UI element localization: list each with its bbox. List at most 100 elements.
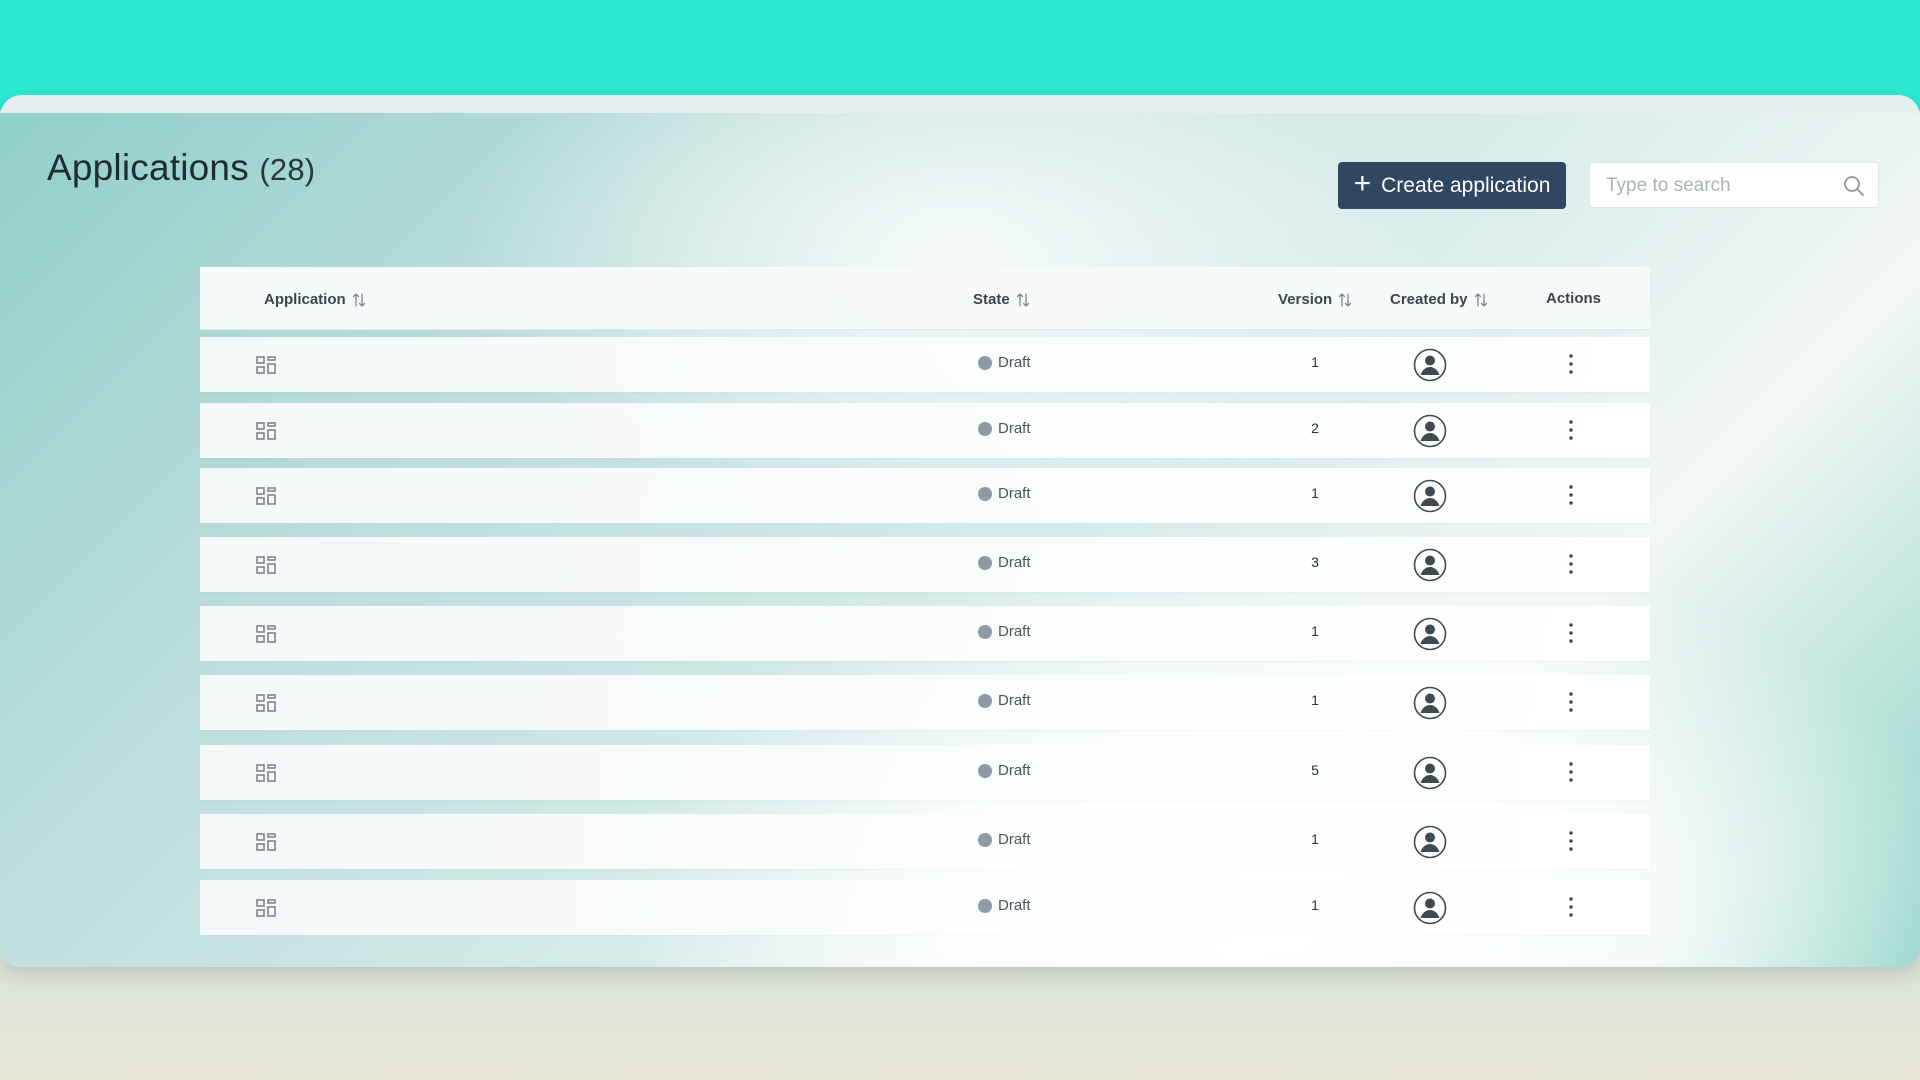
table-row[interactable]: Draft 1: [200, 468, 1650, 523]
state-badge: Draft: [978, 554, 1031, 571]
state-dot-icon: [978, 555, 992, 570]
state-label: Draft: [998, 692, 1031, 709]
table-header: Application State Version Created by Act…: [200, 267, 1650, 330]
application-grid-icon: [255, 420, 277, 442]
more-vertical-icon[interactable]: [1565, 620, 1577, 646]
column-label-version: Version: [1278, 291, 1333, 308]
user-avatar-icon[interactable]: [1413, 617, 1447, 651]
column-label-state: State: [973, 291, 1010, 308]
table-row[interactable]: Draft 1: [200, 606, 1650, 661]
table-row[interactable]: Draft 1: [200, 880, 1650, 935]
user-avatar-icon[interactable]: [1413, 891, 1447, 925]
applications-table: Application State Version Created by Act…: [200, 267, 1650, 935]
user-avatar-icon[interactable]: [1413, 414, 1447, 448]
user-avatar-icon[interactable]: [1413, 548, 1447, 582]
state-label: Draft: [998, 485, 1031, 502]
panel-top-strip: [0, 95, 1920, 113]
state-label: Draft: [998, 623, 1031, 640]
version-value: 1: [1311, 831, 1319, 847]
state-dot-icon: [978, 832, 992, 847]
state-badge: Draft: [978, 354, 1031, 371]
more-vertical-icon[interactable]: [1565, 482, 1577, 508]
application-grid-icon: [255, 692, 277, 714]
state-label: Draft: [998, 354, 1031, 371]
more-vertical-icon[interactable]: [1565, 417, 1577, 443]
plus-icon: +: [1353, 167, 1372, 200]
sort-icon[interactable]: [1338, 292, 1352, 308]
application-grid-icon: [255, 623, 277, 645]
more-vertical-icon[interactable]: [1565, 551, 1577, 577]
more-vertical-icon[interactable]: [1565, 351, 1577, 377]
state-dot-icon: [978, 763, 992, 778]
version-value: 1: [1311, 692, 1319, 708]
column-label-created-by: Created by: [1390, 291, 1468, 308]
application-grid-icon: [255, 354, 277, 376]
state-label: Draft: [998, 554, 1031, 571]
create-application-button[interactable]: + Create application: [1338, 162, 1566, 209]
user-avatar-icon[interactable]: [1413, 479, 1447, 513]
more-vertical-icon[interactable]: [1565, 894, 1577, 920]
version-value: 1: [1311, 897, 1319, 913]
state-dot-icon: [978, 486, 992, 501]
more-vertical-icon[interactable]: [1565, 828, 1577, 854]
application-grid-icon: [255, 831, 277, 853]
version-value: 1: [1311, 623, 1319, 639]
state-badge: Draft: [978, 692, 1031, 709]
state-badge: Draft: [978, 831, 1031, 848]
user-avatar-icon[interactable]: [1413, 686, 1447, 720]
page-title: Applications (28): [47, 147, 315, 189]
table-row[interactable]: Draft 5: [200, 745, 1650, 800]
table-row[interactable]: Draft 1: [200, 337, 1650, 392]
search-box[interactable]: [1589, 162, 1879, 209]
column-header-version[interactable]: Version: [1278, 291, 1352, 308]
column-label-actions: Actions: [1546, 290, 1602, 307]
state-label: Draft: [998, 831, 1031, 848]
state-dot-icon: [978, 421, 992, 436]
state-dot-icon: [978, 355, 992, 370]
table-row[interactable]: Draft 3: [200, 537, 1650, 592]
sort-icon[interactable]: [1016, 292, 1030, 308]
state-badge: Draft: [978, 623, 1031, 640]
version-value: 1: [1311, 485, 1319, 501]
application-grid-icon: [255, 762, 277, 784]
sort-icon[interactable]: [352, 292, 366, 308]
version-value: 5: [1311, 762, 1319, 778]
application-grid-icon: [255, 897, 277, 919]
search-input[interactable]: [1590, 163, 1848, 209]
state-badge: Draft: [978, 420, 1031, 437]
application-grid-icon: [255, 485, 277, 507]
state-label: Draft: [998, 420, 1031, 437]
table-row[interactable]: Draft 2: [200, 403, 1650, 458]
column-header-actions: Actions: [1546, 290, 1601, 307]
search-icon[interactable]: [1842, 174, 1866, 198]
application-count: (28): [259, 152, 316, 187]
user-avatar-icon[interactable]: [1413, 348, 1447, 382]
user-avatar-icon[interactable]: [1413, 756, 1447, 790]
state-badge: Draft: [978, 897, 1031, 914]
bottom-backdrop: [0, 960, 1920, 1080]
state-badge: Draft: [978, 485, 1031, 502]
more-vertical-icon[interactable]: [1565, 759, 1577, 785]
state-badge: Draft: [978, 762, 1031, 779]
table-row[interactable]: Draft 1: [200, 675, 1650, 730]
column-label-application: Application: [264, 291, 346, 308]
state-label: Draft: [998, 897, 1031, 914]
column-header-created-by[interactable]: Created by: [1390, 291, 1488, 308]
page-title-text: Applications: [47, 147, 249, 188]
column-header-application[interactable]: Application: [264, 291, 366, 308]
more-vertical-icon[interactable]: [1565, 689, 1577, 715]
table-row[interactable]: Draft 1: [200, 814, 1650, 869]
state-label: Draft: [998, 762, 1031, 779]
sort-icon[interactable]: [1474, 292, 1488, 308]
user-avatar-icon[interactable]: [1413, 825, 1447, 859]
create-application-label: Create application: [1381, 173, 1551, 197]
version-value: 3: [1311, 554, 1319, 570]
version-value: 1: [1311, 354, 1319, 370]
application-grid-icon: [255, 554, 277, 576]
top-banner: [0, 0, 1920, 110]
applications-panel: Applications (28) + Create application A…: [0, 95, 1920, 967]
column-header-state[interactable]: State: [973, 291, 1030, 308]
state-dot-icon: [978, 898, 992, 913]
state-dot-icon: [978, 693, 992, 708]
version-value: 2: [1311, 420, 1319, 436]
